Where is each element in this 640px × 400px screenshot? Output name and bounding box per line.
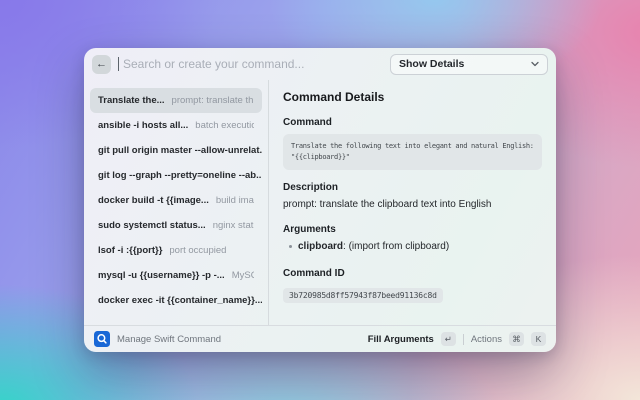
list-item[interactable]: Translate the... prompt: translate th... [90,88,262,113]
argument-name: clipboard [298,241,343,252]
list-item[interactable]: sudo systemctl status... nginx status [90,213,262,238]
command-id-value: 3b720985d8ff57943f87beed91136c8d [283,288,443,303]
enter-key-icon: ↵ [441,332,456,346]
search-input[interactable] [121,56,390,72]
footer-bar: Manage Swift Command Fill Arguments ↵ Ac… [84,325,556,352]
list-item-description: port occupied [169,245,226,256]
list-item[interactable]: ansible -i hosts all... batch execution [90,113,262,138]
list-item-command: git log --graph --pretty=oneline --ab... [98,170,262,181]
back-arrow-icon: ← [96,59,107,70]
command-details-pane: Command Details Command Translate the fo… [269,80,556,325]
list-item-command: Translate the... [98,95,165,106]
footer-separator [463,334,464,345]
list-item-command: ansible -i hosts all... [98,120,188,131]
list-item[interactable]: mysql -u {{username}} -p -... MySQL [90,263,262,288]
list-item-description: prompt: translate th... [172,95,254,106]
arguments-section-label: Arguments [283,224,542,235]
description-text: prompt: translate the clipboard text int… [283,199,542,210]
swift-command-window: ← Show Details Translate the... prompt: … [84,48,556,352]
command-list: Translate the... prompt: translate th...… [84,80,268,325]
list-item[interactable]: git pull origin master --allow-unrelat..… [90,138,262,163]
description-section-label: Description [283,182,542,193]
command-key-icon: ⌘ [509,332,524,346]
command-code-block: Translate the following text into elegan… [283,134,542,170]
list-item-command: mysql -u {{username}} -p -... [98,270,225,281]
command-id-section-label: Command ID [283,268,542,279]
chevron-down-icon [531,61,539,67]
list-item-command: docker exec -it {{container_name}}... [98,295,262,306]
list-item-description: batch execution [195,120,254,131]
list-item[interactable]: git log --graph --pretty=oneline --ab... [90,163,262,188]
command-section-label: Command [283,117,542,128]
list-item-description: build image [216,195,254,206]
fill-arguments-button[interactable]: Fill Arguments [368,334,434,345]
show-details-dropdown[interactable]: Show Details [390,54,548,75]
list-item-command: git pull origin master --allow-unrelat..… [98,145,262,156]
list-item-command: lsof -i :{{port}} [98,245,162,256]
actions-button[interactable]: Actions [471,334,502,345]
list-item[interactable]: docker build -t {{image... build image [90,188,262,213]
app-logo-icon [94,331,110,347]
text-caret [118,57,119,71]
back-button[interactable]: ← [92,55,111,74]
list-item-command: docker build -t {{image... [98,195,209,206]
list-item[interactable]: docker exec -it {{container_name}}... [90,288,262,313]
show-details-label: Show Details [399,58,464,70]
bullet-icon [289,245,292,248]
k-key-icon: K [531,332,546,346]
argument-value: : (import from clipboard) [343,241,449,252]
list-item-command: sudo systemctl status... [98,220,206,231]
argument-item: clipboard : (import from clipboard) [289,241,542,252]
search-bar: ← Show Details [84,48,556,80]
details-title: Command Details [283,90,542,104]
list-item[interactable]: lsof -i :{{port}} port occupied [90,238,262,263]
app-name-label: Manage Swift Command [117,334,221,345]
window-body: Translate the... prompt: translate th...… [84,80,556,325]
list-item-description: MySQL [232,270,254,281]
list-item-description: nginx status [213,220,254,231]
